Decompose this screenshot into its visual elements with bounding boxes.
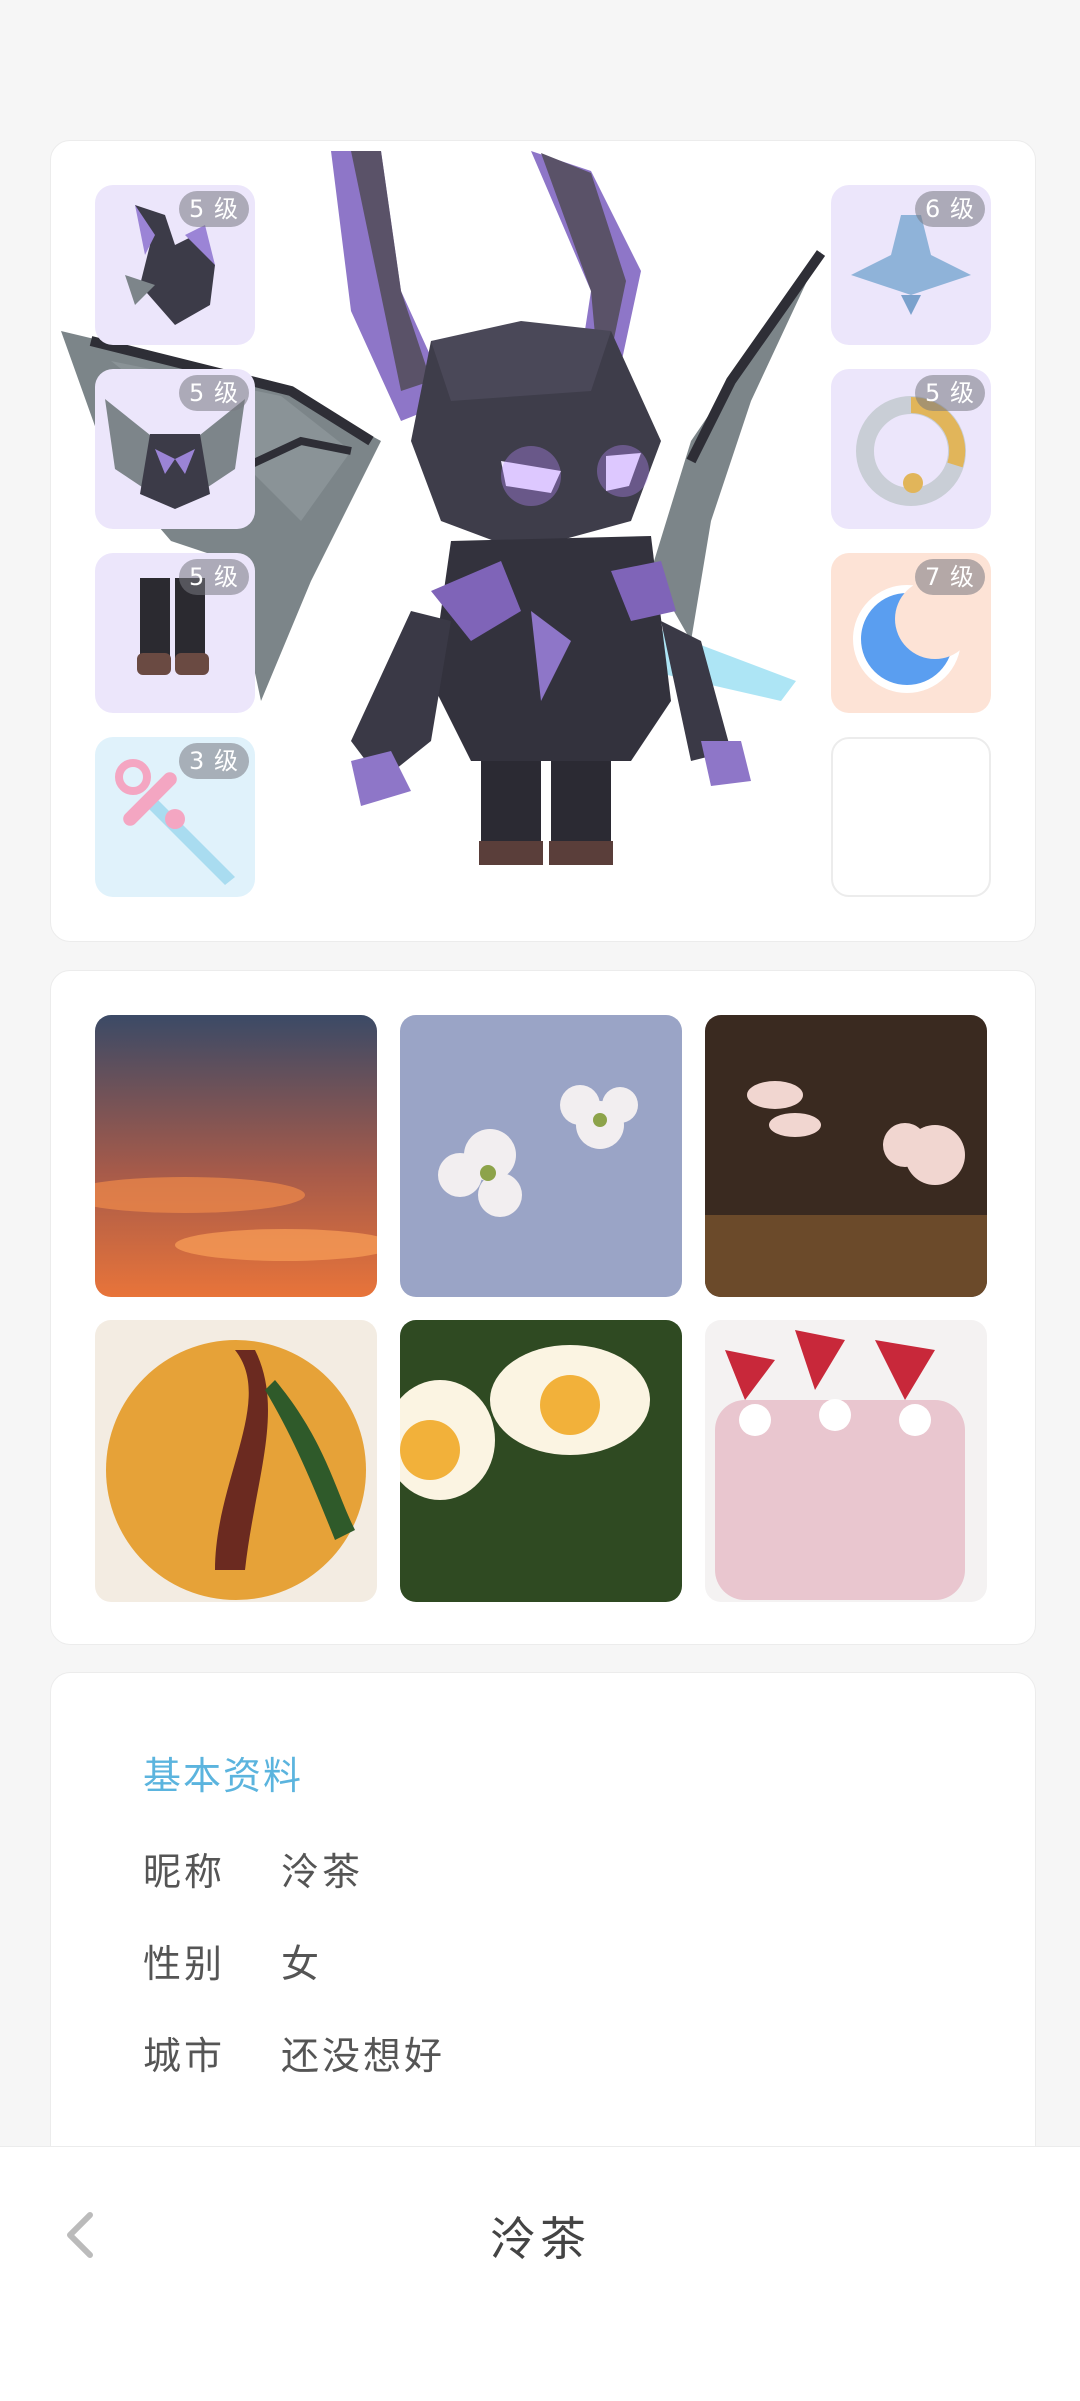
level-badge: 5 级 bbox=[179, 375, 249, 411]
equip-slot-ring[interactable]: 5 级 bbox=[831, 369, 991, 529]
info-row-nickname: 昵称 泠茶 bbox=[143, 1841, 363, 1896]
photo-fried-eggs-greens[interactable] bbox=[400, 1320, 682, 1602]
profile-info-card: 基本资料 昵称 泠茶 性别 女 城市 还没想好 bbox=[50, 1672, 1036, 2152]
info-label: 性别 bbox=[143, 1942, 226, 1986]
level-badge: 6 级 bbox=[915, 191, 985, 227]
info-value: 泠茶 bbox=[281, 1850, 364, 1894]
equip-slot-moon[interactable]: 7 级 bbox=[831, 553, 991, 713]
photo-white-blossoms[interactable] bbox=[400, 1015, 682, 1297]
equip-slot-helmet[interactable]: 5 级 bbox=[95, 185, 255, 345]
photo-album-card bbox=[50, 970, 1036, 1645]
photo-strawberry-cake[interactable] bbox=[705, 1320, 987, 1602]
level-badge: 7 级 bbox=[915, 559, 985, 595]
photo-pink-flowers[interactable] bbox=[705, 1015, 987, 1297]
equip-slot-top[interactable]: 6 级 bbox=[831, 185, 991, 345]
info-label: 城市 bbox=[143, 2034, 226, 2078]
level-badge: 5 级 bbox=[179, 559, 249, 595]
info-value: 还没想好 bbox=[281, 2034, 446, 2078]
equip-slot-empty[interactable] bbox=[831, 737, 991, 897]
photo-sunset-clouds[interactable] bbox=[95, 1015, 377, 1297]
equip-slot-armor[interactable]: 5 级 bbox=[95, 369, 255, 529]
info-row-city: 城市 还没想好 bbox=[143, 2025, 445, 2080]
info-row-gender: 性别 女 bbox=[143, 1933, 322, 1988]
info-label: 昵称 bbox=[143, 1850, 226, 1894]
level-badge: 5 级 bbox=[915, 375, 985, 411]
level-badge: 3 级 bbox=[179, 743, 249, 779]
equip-slot-boots[interactable]: 5 级 bbox=[95, 553, 255, 713]
photo-omelette-rice[interactable] bbox=[95, 1320, 377, 1602]
equipment-card: 5 级 5 级 5 级 3 级 6 级 5 级 7 级 bbox=[50, 140, 1036, 942]
equip-slot-weapon[interactable]: 3 级 bbox=[95, 737, 255, 897]
info-value: 女 bbox=[281, 1942, 323, 1986]
level-badge: 5 级 bbox=[179, 191, 249, 227]
section-title: 基本资料 bbox=[143, 1754, 304, 1798]
bottom-nav-bar: 泠茶 bbox=[0, 2146, 1080, 2401]
page-title: 泠茶 bbox=[490, 2212, 590, 2266]
